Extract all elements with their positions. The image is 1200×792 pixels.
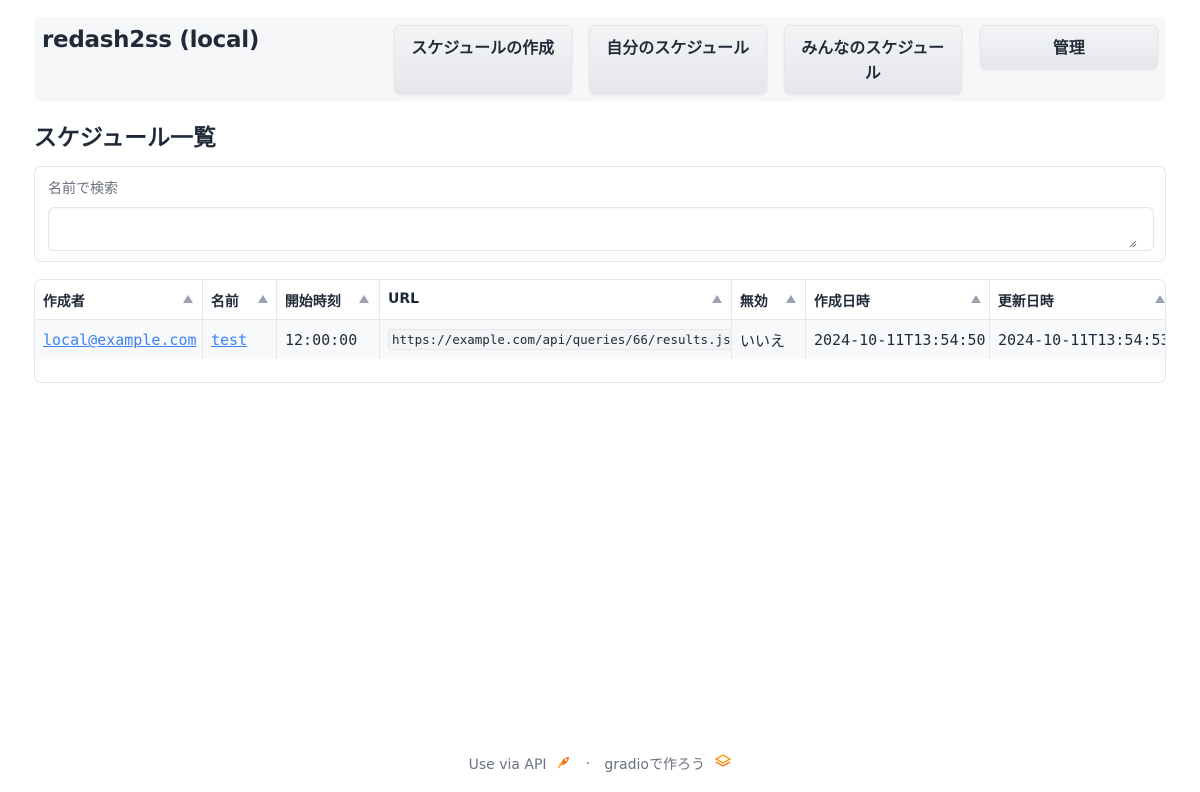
sort-up-icon[interactable] xyxy=(183,295,193,303)
sort-up-icon[interactable] xyxy=(786,295,796,303)
column-label: URL xyxy=(388,291,420,307)
sort-up-icon[interactable] xyxy=(971,295,981,303)
created-at-value: 2024-10-11T13:54:50 xyxy=(814,331,986,349)
rocket-icon xyxy=(557,757,570,769)
footer-separator: · xyxy=(585,756,590,772)
schedule-name-link[interactable]: test xyxy=(211,331,247,349)
cell-updated-at: 2024-10-11T13:54:53 xyxy=(990,320,1166,359)
cell-created-at: 2024-10-11T13:54:50 xyxy=(806,320,990,359)
api-link-label: Use via API xyxy=(468,757,547,773)
author-link[interactable]: local@example.com xyxy=(43,331,197,349)
admin-button[interactable]: 管理 xyxy=(980,25,1158,69)
use-via-api-link[interactable]: Use via API xyxy=(469,755,571,773)
schedule-table: 作成者 名前 開始時刻 URL 無効 作成日時 更新日時 local@examp… xyxy=(34,279,1166,383)
column-header-disabled[interactable]: 無効 xyxy=(732,280,806,319)
cell-author: local@example.com xyxy=(35,320,203,359)
search-panel: 名前で検索 xyxy=(34,166,1166,262)
my-schedules-button[interactable]: 自分のスケジュール xyxy=(589,25,767,94)
built-with-label: gradioで作ろう xyxy=(604,757,705,773)
column-header-name[interactable]: 名前 xyxy=(203,280,277,319)
create-schedule-button[interactable]: スケジュールの作成 xyxy=(394,25,572,94)
column-header-author[interactable]: 作成者 xyxy=(35,280,203,319)
updated-at-value: 2024-10-11T13:54:53 xyxy=(998,331,1166,349)
sort-up-icon[interactable] xyxy=(359,295,369,303)
table-row: local@example.com test 12:00:00 https://… xyxy=(35,320,1166,359)
column-header-start-time[interactable]: 開始時刻 xyxy=(277,280,380,319)
column-header-created-at[interactable]: 作成日時 xyxy=(806,280,990,319)
footer: Use via API · gradioで作ろう xyxy=(0,754,1200,774)
url-value: https://example.com/api/queries/66/resul… xyxy=(388,329,731,350)
all-schedules-button[interactable]: みんなのスケジュール xyxy=(784,25,962,94)
search-input[interactable] xyxy=(48,207,1154,251)
sort-up-icon[interactable] xyxy=(1155,295,1165,303)
gradio-logo-icon xyxy=(714,754,732,767)
sort-up-icon[interactable] xyxy=(712,295,722,303)
gradio-link[interactable]: gradioで作ろう xyxy=(604,754,732,774)
column-label: 名前 xyxy=(211,294,239,310)
table-header-row: 作成者 名前 開始時刻 URL 無効 作成日時 更新日時 xyxy=(35,280,1165,320)
start-time-value: 12:00:00 xyxy=(285,331,358,349)
column-label: 無効 xyxy=(740,294,768,310)
column-label: 作成者 xyxy=(43,294,85,310)
column-header-updated-at[interactable]: 更新日時 xyxy=(990,280,1165,319)
app-title: redash2ss (local) xyxy=(42,27,260,53)
cell-name: test xyxy=(203,320,277,359)
cell-disabled: いいえ xyxy=(732,320,806,359)
cell-url: https://example.com/api/queries/66/resul… xyxy=(380,320,732,359)
resize-grip-icon[interactable] xyxy=(1129,240,1137,248)
app-header: redash2ss (local) スケジュールの作成 自分のスケジュール みん… xyxy=(34,17,1166,101)
cell-start-time: 12:00:00 xyxy=(277,320,380,359)
disabled-value: いいえ xyxy=(740,332,786,350)
column-label: 更新日時 xyxy=(998,294,1054,310)
column-header-url[interactable]: URL xyxy=(380,280,732,319)
column-label: 開始時刻 xyxy=(285,294,341,310)
sort-up-icon[interactable] xyxy=(258,295,268,303)
search-label: 名前で検索 xyxy=(48,181,118,197)
column-label: 作成日時 xyxy=(814,294,870,310)
page-title: スケジュール一覧 xyxy=(34,125,217,151)
